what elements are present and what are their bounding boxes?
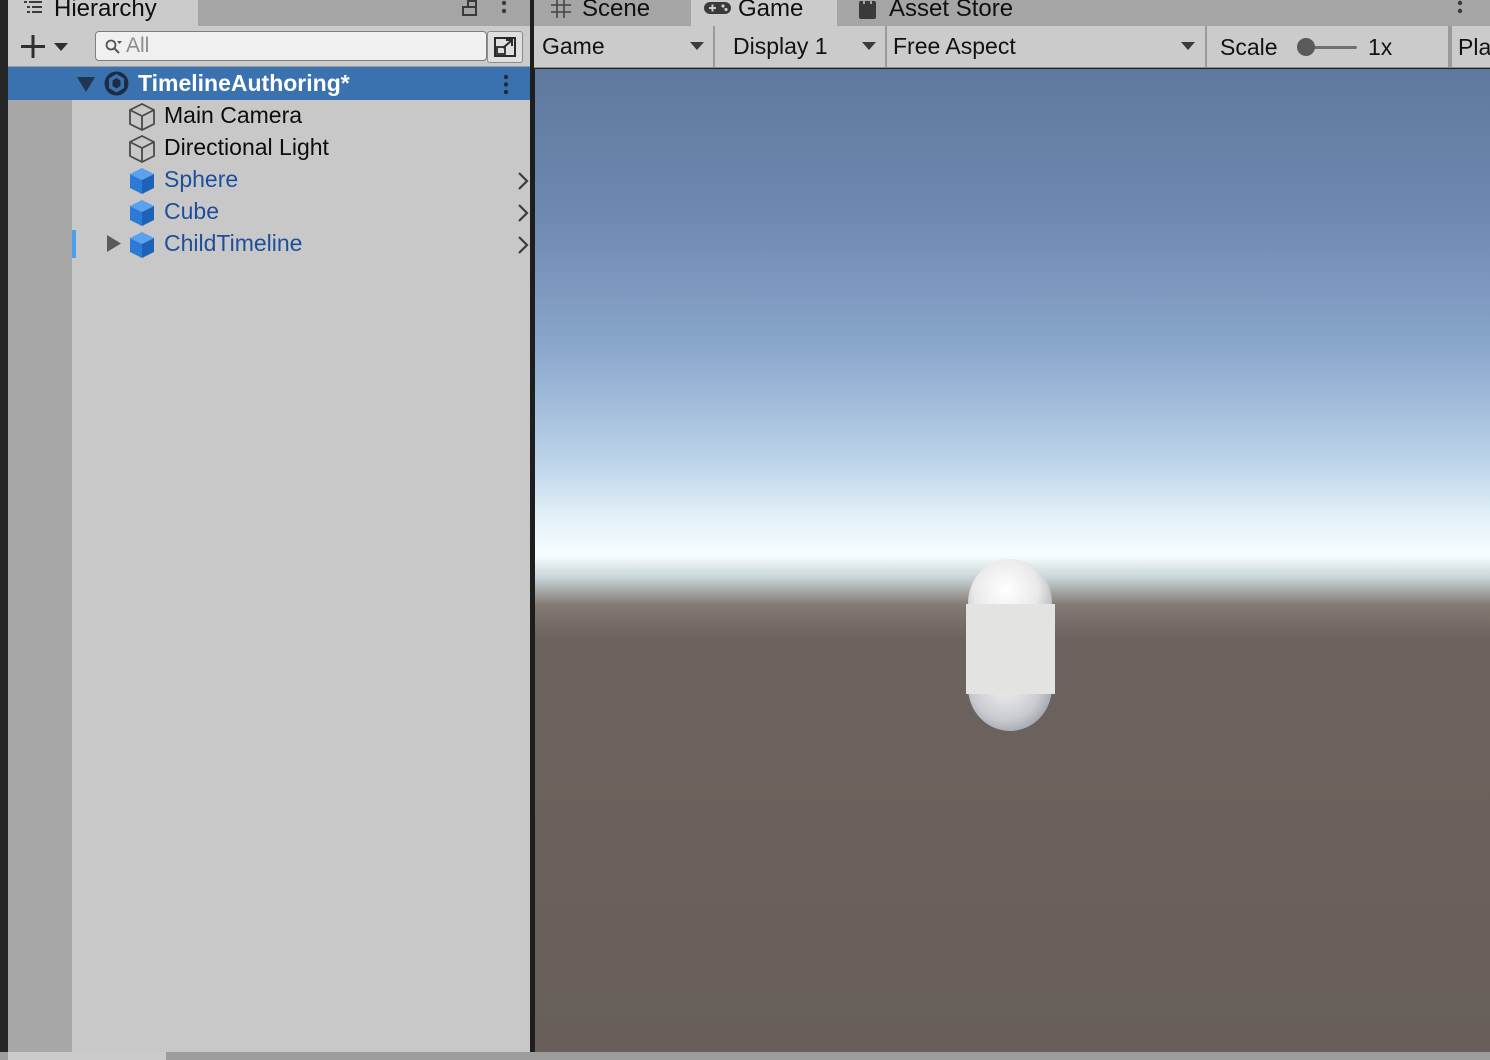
unity-scene-icon	[104, 71, 129, 96]
window-left-edge	[0, 0, 8, 1052]
prefab-icon	[130, 232, 154, 258]
search-input[interactable]	[126, 34, 476, 58]
hierarchy-gutter	[8, 67, 72, 1052]
hierarchy-item-cube[interactable]: Cube	[72, 196, 530, 228]
prefab-icon	[130, 200, 154, 226]
tab-asset-store-label: Asset Store	[889, 0, 1014, 22]
game-viewport[interactable]	[535, 69, 1490, 1052]
view-tab-bar: Scene Game Asset Store	[534, 0, 1490, 26]
tab-asset-store[interactable]: Asset Store	[839, 0, 1079, 26]
status-bar	[0, 1052, 1490, 1060]
status-tab	[8, 1052, 166, 1060]
tab-game[interactable]: Game	[691, 0, 837, 26]
game-panel: Scene Game Asset Store Game Display 1 Fr…	[534, 0, 1490, 1052]
display-dropdown[interactable]: Display 1	[715, 26, 887, 67]
hierarchy-item-label: ChildTimeline	[164, 230, 303, 256]
slider-thumb[interactable]	[1297, 38, 1315, 56]
tab-hierarchy-label: Hierarchy	[54, 0, 157, 22]
aspect-label: Free Aspect	[893, 33, 1016, 59]
maximize-icon[interactable]	[460, 0, 480, 18]
cube-render	[966, 604, 1055, 694]
hierarchy-item-main-camera[interactable]: Main Camera	[72, 100, 530, 132]
chevron-right-icon[interactable]	[516, 171, 530, 191]
scale-value: 1x	[1368, 34, 1393, 60]
scale-control: Scale 1x	[1207, 26, 1450, 67]
hierarchy-item-childtimeline[interactable]: ChildTimeline	[72, 228, 530, 260]
shopping-bag-icon	[859, 0, 876, 19]
panel-menu-icon[interactable]	[498, 0, 510, 20]
tab-scene[interactable]: Scene	[534, 0, 688, 26]
game-toolbar: Game Display 1 Free Aspect Scale 1x Pla	[534, 26, 1490, 68]
tab-hierarchy[interactable]: Hierarchy	[8, 0, 198, 26]
chevron-down-icon	[54, 43, 68, 51]
play-label: Pla	[1458, 34, 1490, 60]
expand-arrow-icon[interactable]	[106, 234, 122, 254]
expand-arrow-icon[interactable]	[76, 76, 96, 94]
hierarchy-panel: Hierarchy All TimelineAuthoring* Main Ca…	[8, 0, 530, 1052]
hierarchy-toolbar	[8, 26, 530, 67]
panel-menu-icon[interactable]	[1454, 0, 1466, 20]
search-options-button[interactable]	[487, 31, 523, 63]
hierarchy-item-label: Main Camera	[164, 102, 303, 128]
modified-indicator	[72, 230, 76, 258]
prefab-icon	[130, 168, 154, 194]
hierarchy-item-sphere[interactable]: Sphere	[72, 164, 530, 196]
game-objects-render	[966, 559, 1055, 731]
chevron-right-icon[interactable]	[516, 235, 530, 255]
display-label: Display 1	[733, 33, 828, 59]
chevron-right-icon[interactable]	[516, 203, 530, 223]
tab-scene-label: Scene	[582, 0, 651, 22]
gameobject-icon	[129, 134, 155, 164]
chevron-down-icon	[690, 42, 704, 50]
scene-menu-icon[interactable]	[500, 74, 512, 96]
hierarchy-item-directional-light[interactable]: Directional Light	[72, 132, 530, 164]
scale-label: Scale	[1220, 34, 1278, 60]
hierarchy-item-label: Directional Light	[164, 134, 329, 160]
hierarchy-item-label: Sphere	[164, 166, 239, 192]
list-icon	[24, 1, 42, 13]
chevron-down-icon	[1181, 42, 1195, 50]
gamepad-icon	[704, 2, 731, 14]
scene-row[interactable]: TimelineAuthoring*	[8, 67, 530, 100]
scale-slider[interactable]	[1297, 38, 1359, 56]
aspect-dropdown[interactable]: Free Aspect	[887, 26, 1207, 67]
gameobject-icon	[129, 102, 155, 132]
scene-name: TimelineAuthoring*	[138, 70, 350, 96]
hierarchy-item-label: Cube	[164, 198, 219, 224]
play-focus-dropdown[interactable]: Pla	[1450, 26, 1490, 67]
chevron-down-icon	[862, 42, 876, 50]
view-mode-dropdown[interactable]: Game	[534, 26, 715, 67]
grid-icon	[551, 0, 571, 18]
tab-game-label: Game	[738, 0, 804, 22]
create-menu-button[interactable]	[20, 34, 70, 60]
view-mode-label: Game	[542, 33, 605, 59]
search-icon	[105, 39, 122, 54]
search-field[interactable]	[95, 31, 487, 61]
search-popup-icon	[494, 37, 516, 57]
